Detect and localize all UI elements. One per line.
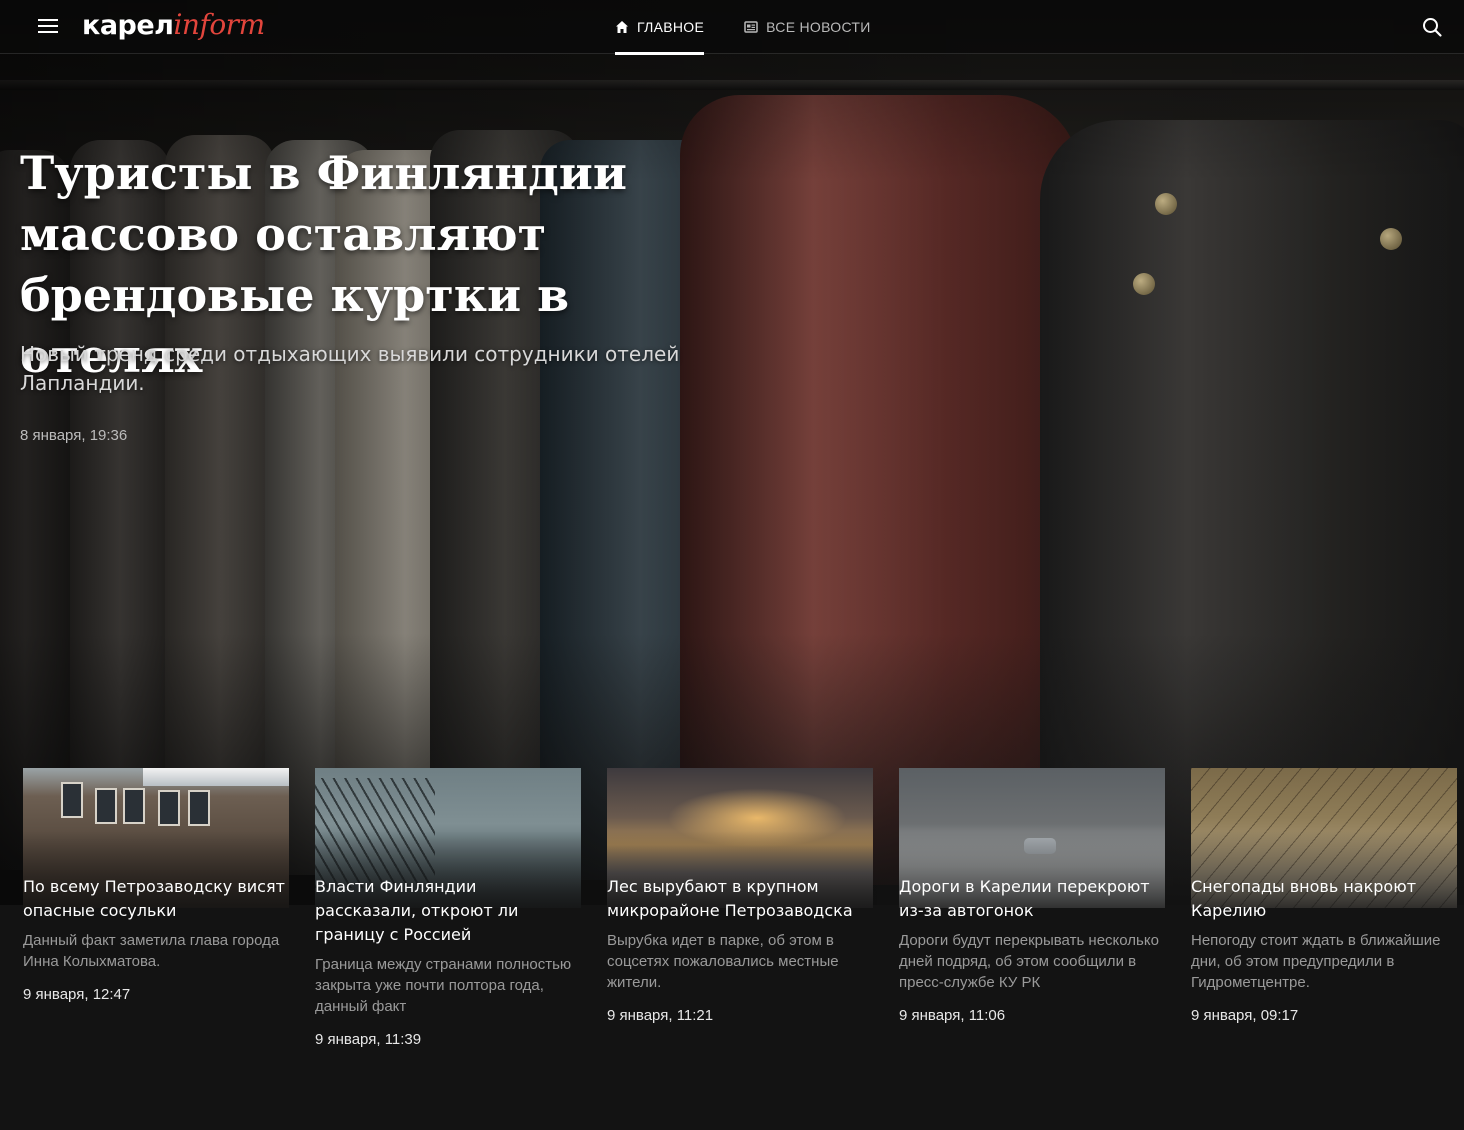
- news-card[interactable]: По всему Петрозаводску висят опасные сос…: [23, 768, 289, 1048]
- nav-home[interactable]: ГЛАВНОЕ: [615, 0, 705, 55]
- news-card-date: 9 января, 09:17: [1191, 1007, 1299, 1024]
- logo-text-inform: inform: [173, 8, 265, 41]
- news-card-title[interactable]: Власти Финляндии рассказали, откроют ли …: [315, 875, 581, 947]
- news-card-title[interactable]: Снегопады вновь накроют Карелию: [1191, 875, 1457, 923]
- hero-date: 8 января, 19:36: [20, 427, 128, 444]
- nav-all-news[interactable]: ВСЕ НОВОСТИ: [744, 0, 871, 54]
- news-cards: По всему Петрозаводску висят опасные сос…: [23, 768, 1457, 1048]
- news-card-date: 9 января, 11:06: [899, 1007, 1006, 1024]
- news-card-lead: Дороги будут перекрывать несколько дней …: [899, 932, 1159, 991]
- news-card[interactable]: Дороги в Карелии перекроют из-за автогон…: [899, 768, 1165, 1048]
- news-card-date: 9 января, 12:47: [23, 986, 131, 1003]
- news-card-lead: Граница между странами полностью закрыта…: [315, 956, 572, 1015]
- news-card-lead: Непогоду стоит ждать в ближайшие дни, об…: [1191, 932, 1441, 991]
- site-header: карел inform ГЛАВНОЕ ВСЕ НОВОСТИ: [0, 0, 1464, 55]
- news-card[interactable]: Лес вырубают в крупном микрорайоне Петро…: [607, 768, 873, 1048]
- hero-lead: Новый тренд среди отдыхающих выявили сот…: [20, 342, 680, 395]
- news-card-title[interactable]: Дороги в Карелии перекроют из-за автогон…: [899, 875, 1165, 923]
- news-card-lead: Данный факт заметила глава города Инна К…: [23, 932, 280, 970]
- news-card-date: 9 января, 11:39: [315, 1031, 422, 1048]
- news-card-title[interactable]: Лес вырубают в крупном микрорайоне Петро…: [607, 875, 873, 923]
- search-icon[interactable]: [1421, 16, 1443, 38]
- main-nav: ГЛАВНОЕ ВСЕ НОВОСТИ: [615, 0, 871, 55]
- news-card[interactable]: Власти Финляндии рассказали, откроют ли …: [315, 768, 581, 1048]
- logo-text-karel: карел: [82, 10, 174, 41]
- newspaper-icon: [744, 21, 758, 33]
- nav-home-label: ГЛАВНОЕ: [637, 19, 705, 35]
- hamburger-menu-icon[interactable]: [38, 18, 58, 34]
- site-logo[interactable]: карел inform: [82, 8, 265, 44]
- news-card-lead: Вырубка идет в парке, об этом в соцсетях…: [607, 932, 839, 991]
- news-card-title[interactable]: По всему Петрозаводску висят опасные сос…: [23, 875, 289, 923]
- news-card-date: 9 января, 11:21: [607, 1007, 714, 1024]
- home-icon: [616, 21, 628, 33]
- news-card[interactable]: Снегопады вновь накроют Карелию Непогоду…: [1191, 768, 1457, 1048]
- nav-all-news-label: ВСЕ НОВОСТИ: [766, 19, 871, 35]
